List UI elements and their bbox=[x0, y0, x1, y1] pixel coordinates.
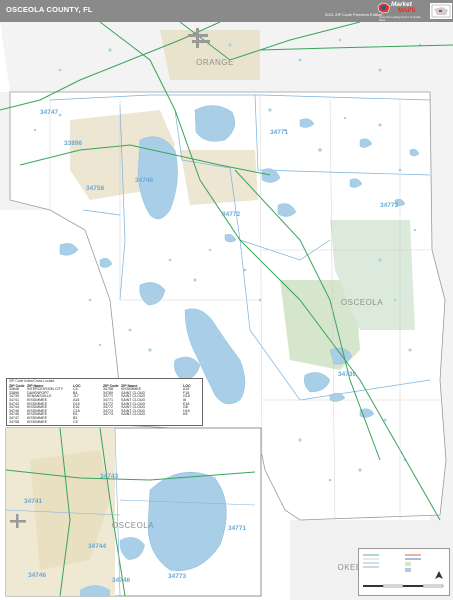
county-map: ORANGE OSCEOLA 34747 33896 34771 34758 3… bbox=[0, 22, 453, 600]
legend-cell: 34758 bbox=[9, 419, 19, 424]
publisher-logo: Market MAPS America's Leading Source of … bbox=[373, 1, 425, 22]
zip-label: 34771 bbox=[270, 129, 288, 136]
zip-index-legend: ZIP Code Index/Cross Locator ZIP Code ZIP… bbox=[6, 378, 203, 426]
zip-label: 34739 bbox=[338, 371, 356, 378]
north-arrow-icon bbox=[435, 571, 443, 579]
zip-label: 34746 bbox=[135, 177, 153, 184]
zip-label: 34747 bbox=[40, 109, 58, 116]
zip-label: 34773 bbox=[380, 202, 398, 209]
label-osceola-inset: OSCEOLA bbox=[112, 521, 154, 530]
legend-symbols bbox=[363, 554, 444, 588]
legend-cell: K8 bbox=[183, 412, 188, 417]
legend-cell: C5 bbox=[73, 419, 78, 424]
zip-label: 34746 bbox=[28, 572, 46, 579]
label-orange: ORANGE bbox=[196, 58, 234, 67]
legend-cell: KISSIMMEE bbox=[27, 419, 47, 424]
map-title: OSCEOLA COUNTY, FL bbox=[6, 5, 93, 14]
zip-label: 34741 bbox=[24, 498, 42, 505]
legend-cell: 34773 bbox=[103, 412, 113, 417]
zip-label: 34743 bbox=[100, 473, 118, 480]
zip-label: 33896 bbox=[64, 140, 82, 147]
map-page: OSCEOLA COUNTY, FL 2021 ZIP Code Premium… bbox=[0, 0, 453, 600]
zip-label: 34771 bbox=[228, 525, 246, 532]
zip-label: 34744 bbox=[88, 543, 106, 550]
locator-icon bbox=[431, 4, 451, 18]
logo-maps-text: MAPS bbox=[398, 8, 416, 14]
orientation-box bbox=[430, 3, 452, 19]
header-bar: OSCEOLA COUNTY, FL 2021 ZIP Code Premium… bbox=[0, 0, 453, 22]
inset-map: OSCEOLA 34743 34741 34744 34771 34746 34… bbox=[5, 427, 262, 597]
zip-label: 34758 bbox=[86, 185, 104, 192]
logo-wordmark: Market bbox=[391, 1, 412, 8]
east-lake-tohopekaliga bbox=[194, 105, 235, 142]
label-osceola: OSCEOLA bbox=[341, 298, 383, 307]
zip-label: 34772 bbox=[222, 211, 240, 218]
scale-bar bbox=[363, 584, 444, 588]
legend-title: ZIP Code Index/Cross Locator bbox=[9, 379, 55, 383]
zip-label: 34746 bbox=[112, 577, 130, 584]
logo-map-icon bbox=[377, 2, 391, 14]
zip-label: 34773 bbox=[168, 573, 186, 580]
legend-cell: SAINT CLOUD bbox=[121, 412, 146, 417]
map-info-box bbox=[358, 548, 450, 596]
